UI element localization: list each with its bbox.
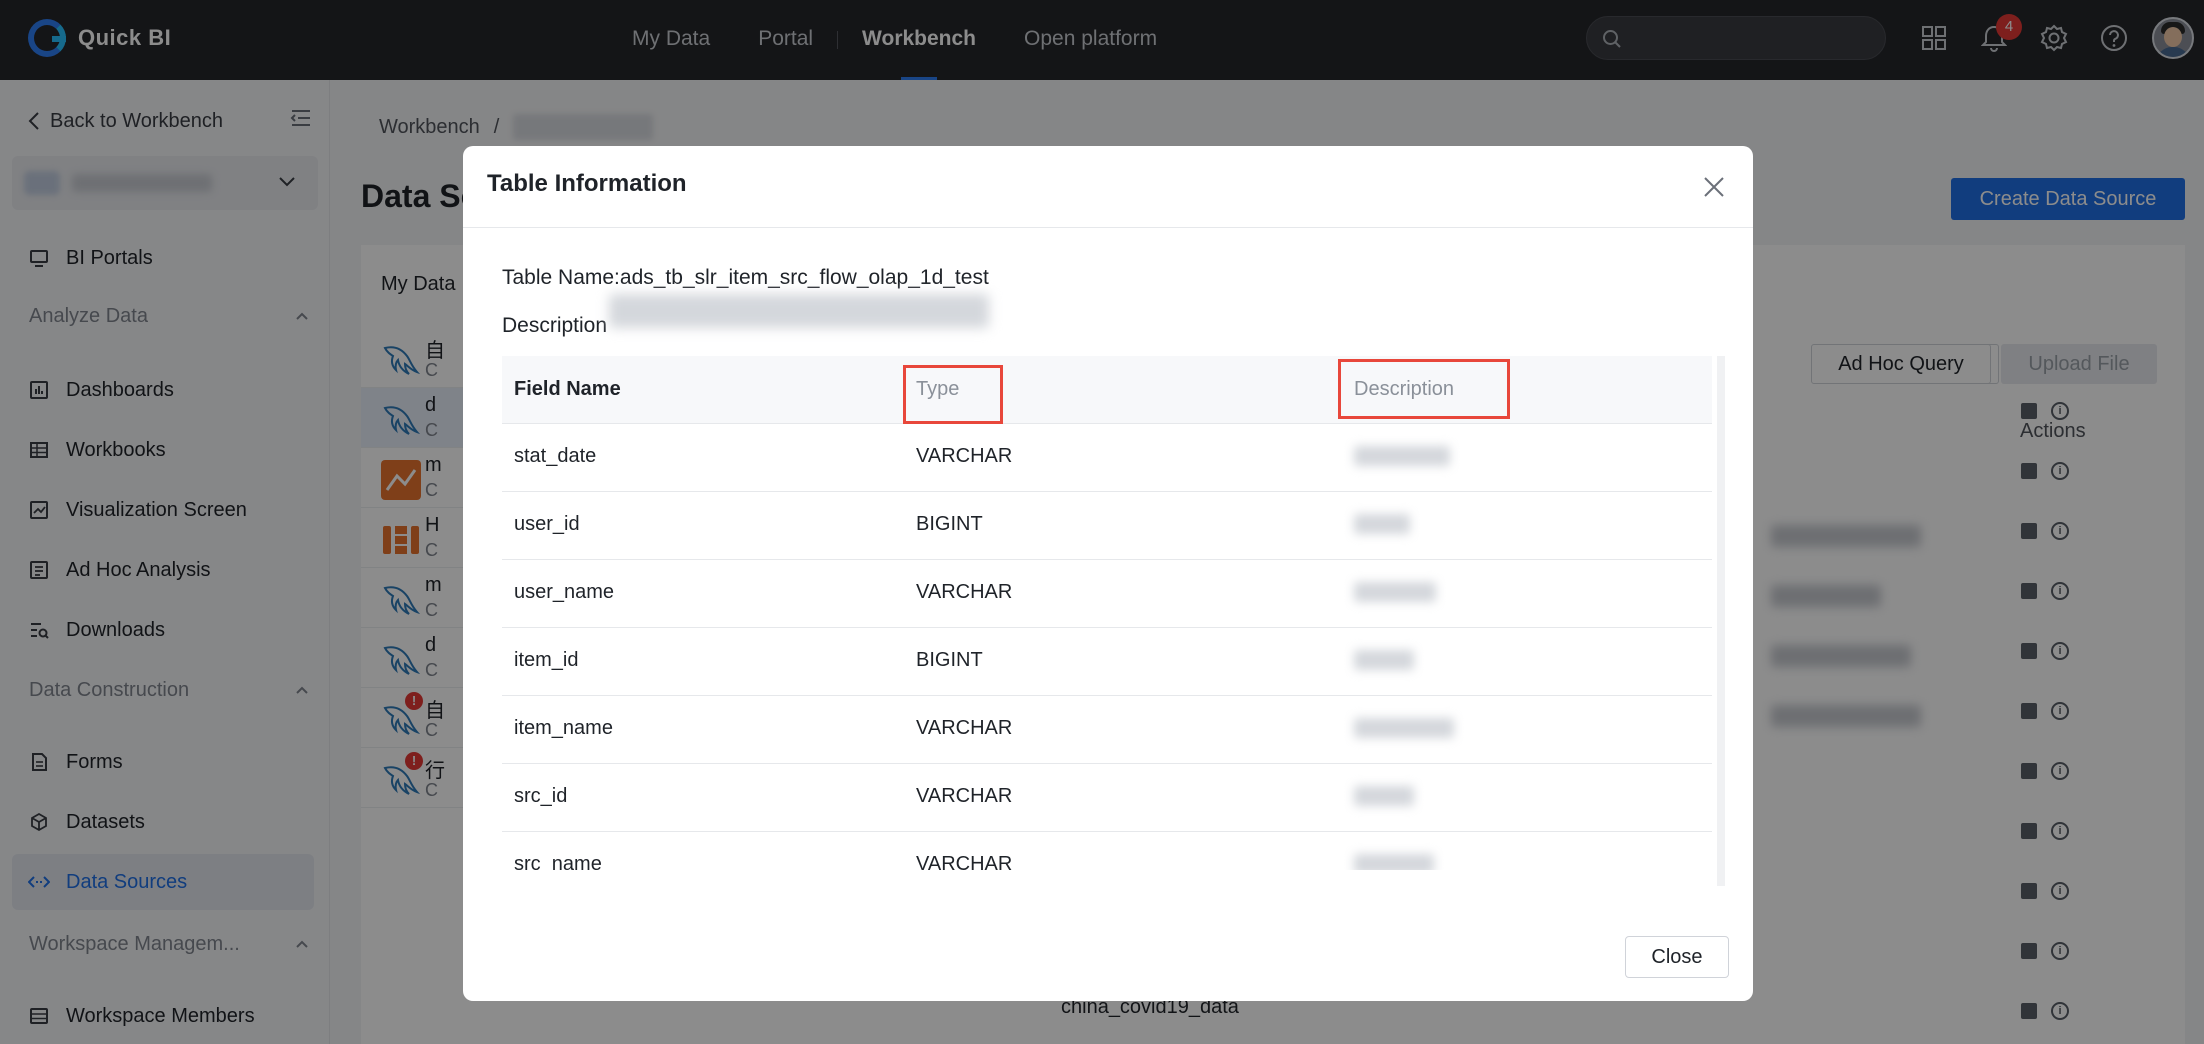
description-cell-redacted	[1354, 854, 1434, 870]
type-cell: VARCHAR	[916, 785, 1013, 807]
type-cell: BIGINT	[916, 649, 983, 671]
type-cell: VARCHAR	[916, 445, 1013, 467]
description-highlight-box	[1338, 359, 1510, 419]
field-name-cell: item_name	[514, 717, 613, 739]
field-name-cell: user_id	[514, 513, 580, 535]
type-cell: VARCHAR	[916, 717, 1013, 739]
type-cell: BIGINT	[916, 513, 983, 535]
table-scrollbar[interactable]	[1717, 356, 1725, 886]
description-cell-redacted	[1354, 650, 1414, 670]
table-row: stat_date VARCHAR	[502, 424, 1712, 492]
description-value-redacted	[609, 294, 989, 328]
dialog-title: Table Information	[487, 170, 687, 197]
type-highlight-box	[903, 365, 1003, 424]
description-cell-redacted	[1354, 446, 1450, 466]
field-name-cell: stat_date	[514, 445, 597, 467]
column-header-field-name: Field Name	[514, 378, 621, 400]
description-label: Description	[502, 314, 608, 337]
type-cell: VARCHAR	[916, 581, 1013, 603]
field-name-cell: user_name	[514, 581, 615, 603]
description-cell-redacted	[1354, 786, 1414, 806]
field-name-cell: src_name	[514, 853, 602, 870]
field-name-cell: item_id	[514, 649, 579, 671]
table-row: item_id BIGINT	[502, 628, 1712, 696]
description-cell-redacted	[1354, 514, 1410, 534]
dialog-header: Table Information	[463, 146, 1753, 228]
table-name-text: Table Name:ads_tb_slr_item_src_flow_olap…	[502, 266, 989, 289]
table-row: user_id BIGINT	[502, 492, 1712, 560]
table-row: src_id VARCHAR	[502, 764, 1712, 832]
field-name-cell: src_id	[514, 785, 568, 807]
description-cell-redacted	[1354, 582, 1436, 602]
table-information-dialog: Table Information Table Name:ads_tb_slr_…	[463, 146, 1753, 1001]
table-row: item_name VARCHAR	[502, 696, 1712, 764]
close-icon[interactable]	[1703, 176, 1725, 198]
table-row: user_name VARCHAR	[502, 560, 1712, 628]
close-button[interactable]: Close	[1625, 936, 1729, 978]
table-header: Field Name Type Description	[502, 356, 1712, 424]
table-row: src_name VARCHAR	[502, 832, 1712, 870]
type-cell: VARCHAR	[916, 853, 1013, 870]
fields-table: Field Name Type Description stat_date VA…	[502, 356, 1724, 870]
description-cell-redacted	[1354, 718, 1454, 738]
